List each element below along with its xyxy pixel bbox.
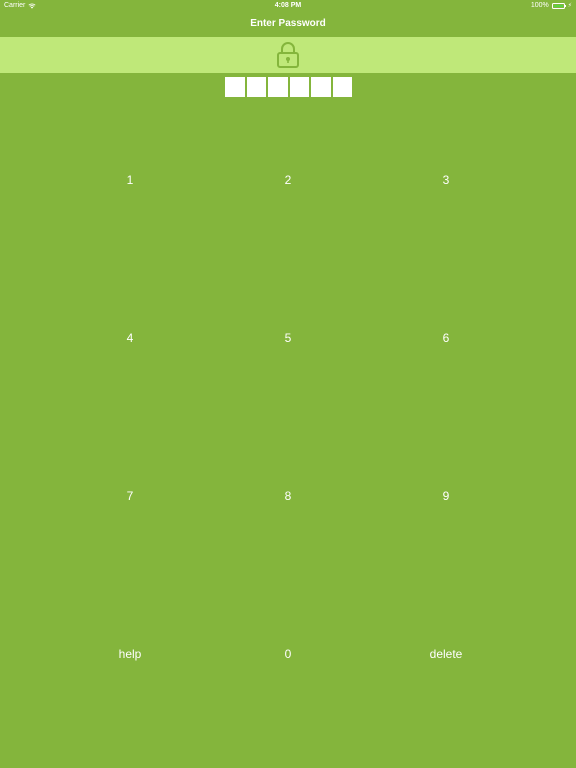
keypad-key-1[interactable]: 1 bbox=[51, 101, 209, 259]
keypad-key-label: delete bbox=[429, 647, 463, 661]
battery-percent: 100% bbox=[530, 2, 549, 9]
keypad-key-3[interactable]: 3 bbox=[367, 101, 525, 259]
passcode-digit-box bbox=[246, 77, 266, 97]
keypad-key-label: 9 bbox=[442, 489, 450, 503]
keypad-key-7[interactable]: 7 bbox=[51, 417, 209, 575]
page-title: Enter Password bbox=[250, 18, 326, 29]
keypad-key-5[interactable]: 5 bbox=[209, 259, 367, 417]
keypad-key-9[interactable]: 9 bbox=[367, 417, 525, 575]
charging-bolt-icon: ⚡ bbox=[567, 3, 572, 9]
keypad-key-label: 3 bbox=[442, 173, 450, 187]
keypad-key-label: 4 bbox=[126, 331, 134, 345]
passcode-screen: Carrier 4:08 PM 100% ⚡ Enter Password 1 2… bbox=[0, 0, 576, 768]
lock-band bbox=[0, 37, 576, 73]
keypad-key-label: 6 bbox=[442, 331, 450, 345]
keypad-key-4[interactable]: 4 bbox=[51, 259, 209, 417]
battery-icon bbox=[551, 3, 567, 9]
lock-icon bbox=[277, 42, 299, 68]
passcode-boxes bbox=[225, 77, 352, 97]
passcode-digit-box bbox=[332, 77, 352, 97]
keypad-key-8[interactable]: 8 bbox=[209, 417, 367, 575]
passcode-digit-box bbox=[289, 77, 309, 97]
keypad-key-help[interactable]: help bbox=[51, 575, 209, 733]
passcode-digit-box bbox=[311, 77, 331, 97]
keypad-key-label: 7 bbox=[126, 489, 134, 503]
battery-fill bbox=[553, 5, 563, 7]
passcode-digit-box bbox=[268, 77, 288, 97]
keypad-key-2[interactable]: 2 bbox=[209, 101, 367, 259]
keypad: 1 2 3 4 5 6 7 8 9 help 0 delete bbox=[51, 101, 525, 733]
keypad-key-6[interactable]: 6 bbox=[367, 259, 525, 417]
keypad-key-label: 5 bbox=[284, 331, 292, 345]
status-bar: Carrier 4:08 PM 100% ⚡ bbox=[0, 0, 576, 12]
keypad-key-0[interactable]: 0 bbox=[209, 575, 367, 733]
keypad-key-label: 0 bbox=[284, 647, 292, 661]
keypad-key-label: 8 bbox=[284, 489, 292, 503]
keypad-key-label: help bbox=[118, 647, 142, 661]
passcode-digit-box bbox=[225, 77, 245, 97]
status-time: 4:08 PM bbox=[274, 2, 302, 9]
keypad-key-delete[interactable]: delete bbox=[367, 575, 525, 733]
keypad-key-label: 2 bbox=[284, 173, 292, 187]
status-right: 100% ⚡ bbox=[531, 0, 572, 12]
keypad-key-label: 1 bbox=[126, 173, 134, 187]
